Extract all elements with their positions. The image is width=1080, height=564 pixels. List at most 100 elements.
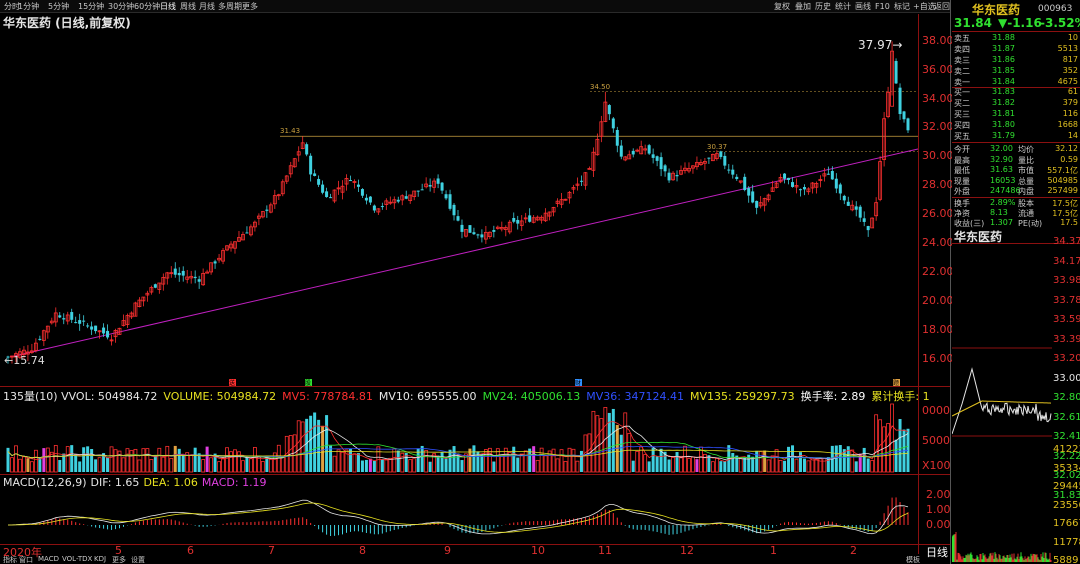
ask-row: 卖五 31.88 10 [952,33,1080,44]
candle-body [834,178,838,189]
macd-tick: 1.00 [926,503,951,516]
volume-bar [611,408,615,472]
volume-bar [758,451,763,473]
stock-code: 000963 [1038,4,1073,14]
volume-bar [380,459,384,472]
volume-bar [241,460,245,473]
volume-bar [814,458,819,473]
event-marker-label: 财 [575,379,581,387]
mini-volume-tick: 41223 [1053,444,1080,455]
volume-bar [838,445,842,472]
volume-bar [798,452,802,472]
candle-body [787,177,791,180]
candle-body [173,268,177,275]
row-price: 31.83 [992,87,1015,96]
stats-row: 外盘 247486 内盘 257499 [952,186,1080,196]
volume-bar [356,453,360,472]
candle-body [707,157,711,159]
row-label: 卖五 [954,34,970,43]
volume-bar [882,426,887,473]
mini-volume-tick: 11778 [1053,536,1080,548]
volume-bar [710,461,715,473]
volume-bar [495,448,500,473]
volume-bar [539,447,544,473]
tab-kdj[interactable]: KDJ [94,555,106,563]
price-tick: 32.00 [922,120,954,133]
volume-bar [221,458,225,473]
volume-bar [444,458,448,472]
tab-indicator[interactable]: 指标 [3,555,17,564]
volume-bar [14,445,18,473]
tab-window[interactable]: 窗口 [19,555,33,564]
candle-body [444,194,448,199]
mini-price-tick: 32.61 [1053,411,1080,423]
volume-bar [492,461,496,472]
candle-body [325,191,329,198]
tab-macd[interactable]: MACD [38,555,59,563]
stats-value: 0.59 [1060,154,1078,164]
candle-body [245,232,249,234]
candle-body [898,87,902,115]
row-price: 31.85 [992,66,1015,75]
candle-body [743,176,747,191]
row-price: 31.82 [992,98,1015,107]
volume-bar [249,458,253,473]
volume-bar [448,449,452,472]
volume-bar [201,459,206,473]
volume-bar [886,423,890,473]
volume-bar [460,460,464,472]
candle-body [731,169,735,175]
candle-body [512,217,516,222]
volume-tick: 5000 [922,434,950,447]
stats-label: 总量 [1018,176,1034,186]
candle-body [579,180,583,182]
price-tick: 26.00 [922,207,954,220]
candle-body [667,172,671,181]
level-annotation: 30.37 [707,143,728,151]
volume-bar [806,460,811,473]
tab-settings[interactable]: 设置 [131,555,145,564]
row-price: 31.79 [992,131,1015,140]
volume-bar [336,449,341,473]
price-tick: 30.00 [922,149,954,162]
volume-bar [667,459,671,472]
volume-bar [49,451,54,473]
stats-label: 外盘 [954,187,970,196]
volume-bar [313,412,317,472]
candle-body [894,61,898,84]
vol-mv5: MV5: 778784.81 [282,390,373,403]
volume-bar [169,458,174,473]
volume-bar [280,456,285,473]
candle-body [902,111,906,120]
candle-body [619,145,623,157]
volume-bar [113,449,118,473]
tab-more-bottom[interactable]: 更多 [112,555,126,564]
mini-intraday-chart[interactable] [952,244,1080,564]
vol-mv10: MV10: 695555.00 [378,390,477,403]
price-tick: 34.00 [922,92,954,105]
stats-label: 今开 [954,145,970,154]
candle-body [755,200,759,208]
candle-body [86,325,90,327]
candle-body [58,315,62,318]
tab-vol-tdx[interactable]: VOL-TDX [62,555,92,563]
volume-bar [794,458,799,473]
volume-bar [18,458,22,473]
candle-body [416,190,420,192]
candle-body [854,206,858,210]
volume-bar [29,461,34,473]
row-label: 买五 [954,132,970,141]
stats-row: 收益(三) 1.307 PE(动) 17.5 [952,218,1080,228]
stats-label: 最低 [954,166,970,175]
volume-bar [53,445,58,473]
stats-row: 今开 32.00 均价 32.12 [952,144,1080,154]
volume-bar [516,457,520,472]
mini-price-tick: 33.00 [1053,372,1080,384]
volume-bar [97,457,102,473]
volume-bar [253,447,257,473]
candle-body [655,156,659,161]
volume-bar [82,447,86,472]
tab-template[interactable]: 模板 [906,555,920,564]
candle-body [309,155,313,175]
volume-bar [802,458,806,472]
